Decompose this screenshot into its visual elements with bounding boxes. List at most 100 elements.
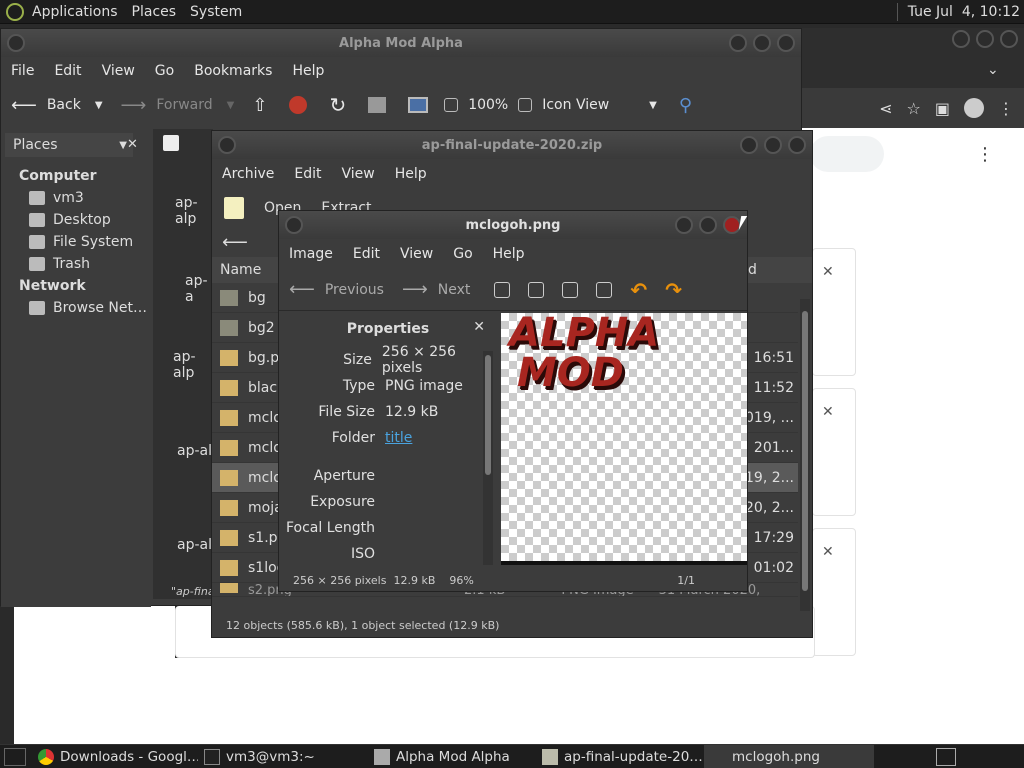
vertical-scrollbar[interactable]: [800, 299, 810, 611]
normal-size-icon[interactable]: [562, 281, 579, 298]
eog-titlebar[interactable]: mclogoh.png: [279, 211, 747, 239]
eog-menu-icon[interactable]: [285, 216, 303, 234]
workspace-switcher-icon[interactable]: [936, 747, 956, 766]
show-desktop-icon[interactable]: [4, 747, 26, 766]
chrome-minimize-button[interactable]: [952, 30, 970, 48]
maximize-button[interactable]: [753, 34, 771, 52]
back-icon[interactable]: ⟵: [222, 232, 248, 253]
maximize-button[interactable]: [764, 136, 782, 154]
previous-button[interactable]: ⟵ Previous: [289, 279, 384, 300]
minimize-button[interactable]: [729, 34, 747, 52]
caja-menu-icon[interactable]: [7, 34, 25, 52]
file-label[interactable]: ap-a: [185, 273, 213, 305]
image-canvas[interactable]: ALPHA MOD: [501, 313, 747, 565]
back-history-dropdown[interactable]: ▼: [95, 100, 103, 111]
minimize-button[interactable]: [740, 136, 758, 154]
forward-button[interactable]: Forward: [156, 97, 212, 113]
sidepanel-icon[interactable]: ▣: [935, 99, 950, 118]
file-label[interactable]: ap-alp: [173, 349, 213, 381]
sidebar-item-browse-network[interactable]: Browse Net…: [1, 297, 151, 319]
fileroller-titlebar[interactable]: ap-final-update-2020.zip: [212, 131, 812, 159]
up-icon[interactable]: ⇧: [252, 95, 267, 116]
new-archive-icon[interactable]: [224, 197, 244, 219]
close-icon[interactable]: ✕: [822, 264, 834, 280]
view-mode-dropdown[interactable]: ▼: [649, 100, 657, 111]
menu-view[interactable]: View: [390, 246, 443, 262]
close-button[interactable]: [723, 216, 741, 234]
stop-icon[interactable]: [289, 96, 308, 114]
best-fit-icon[interactable]: [596, 281, 613, 298]
back-button[interactable]: Back: [47, 97, 81, 113]
menu-bookmarks[interactable]: Bookmarks: [184, 63, 282, 79]
computer-icon[interactable]: [408, 97, 429, 113]
menu-go[interactable]: Go: [145, 63, 184, 79]
menu-help[interactable]: Help: [483, 246, 535, 262]
applications-menu[interactable]: Applications: [32, 4, 118, 20]
more-icon[interactable]: ⋮: [998, 99, 1014, 118]
star-icon[interactable]: ☆: [907, 99, 921, 118]
menu-archive[interactable]: Archive: [212, 166, 284, 182]
taskbar-item-fileroller[interactable]: ap-final-update-20…: [536, 745, 704, 768]
column-date-header[interactable]: d: [748, 262, 757, 278]
file-label[interactable]: ap-alp: [175, 195, 213, 227]
back-icon[interactable]: ⟵: [11, 95, 37, 116]
next-button[interactable]: ⟶ Next: [402, 279, 470, 300]
sidebar-item-filesystem[interactable]: File System: [1, 231, 151, 253]
taskbar-item-caja[interactable]: Alpha Mod Alpha: [368, 745, 536, 768]
menu-view[interactable]: View: [92, 63, 145, 79]
chrome-maximize-button[interactable]: [976, 30, 994, 48]
rotate-left-icon[interactable]: ↶: [630, 278, 647, 302]
close-icon[interactable]: ✕: [822, 544, 834, 560]
chevron-down-icon[interactable]: ⌄: [987, 62, 999, 78]
kebab-menu-icon[interactable]: ⋮: [976, 144, 994, 165]
distro-logo-icon[interactable]: [6, 2, 24, 21]
column-name-header[interactable]: Name: [220, 262, 261, 278]
places-selector[interactable]: Places: [13, 137, 58, 153]
search-pill[interactable]: [810, 136, 884, 172]
sidebar-item-trash[interactable]: Trash: [1, 253, 151, 275]
menu-go[interactable]: Go: [443, 246, 482, 262]
system-menu[interactable]: System: [190, 4, 242, 20]
folder-link[interactable]: title: [385, 430, 412, 446]
search-icon[interactable]: ⚲: [679, 95, 692, 116]
menu-image[interactable]: Image: [279, 246, 343, 262]
maximize-button[interactable]: [699, 216, 717, 234]
chrome-close-button[interactable]: [1000, 30, 1018, 48]
file-label[interactable]: ap-al: [177, 537, 212, 553]
menu-file[interactable]: File: [1, 63, 44, 79]
places-menu[interactable]: Places: [132, 4, 177, 20]
sidebar-item-vm3[interactable]: vm3: [1, 187, 151, 209]
menu-edit[interactable]: Edit: [44, 63, 91, 79]
reload-icon[interactable]: ↻: [329, 93, 346, 117]
file-label[interactable]: ap-al: [177, 443, 212, 459]
profile-icon[interactable]: [964, 98, 984, 118]
clock[interactable]: Tue Jul 4, 10:12: [908, 4, 1020, 20]
zoom-in-icon[interactable]: [494, 281, 511, 298]
home-icon[interactable]: [368, 97, 387, 113]
menu-view[interactable]: View: [332, 166, 385, 182]
view-mode-select[interactable]: Icon View: [542, 97, 609, 113]
minimize-button[interactable]: [675, 216, 693, 234]
taskbar-item-eog[interactable]: mclogoh.png: [704, 744, 874, 768]
note-icon[interactable]: [163, 135, 179, 151]
menu-edit[interactable]: Edit: [284, 166, 331, 182]
close-icon[interactable]: ✕: [822, 404, 834, 420]
sidebar-item-desktop[interactable]: Desktop: [1, 209, 151, 231]
chevron-down-icon[interactable]: ▼: [119, 140, 127, 151]
caja-titlebar[interactable]: Alpha Mod Alpha: [1, 29, 801, 57]
close-button[interactable]: [777, 34, 795, 52]
share-icon[interactable]: ⋖: [879, 99, 892, 118]
taskbar-item-chrome[interactable]: Downloads - Googl…: [32, 745, 198, 768]
zoom-out-icon[interactable]: [528, 281, 545, 298]
close-button[interactable]: [788, 136, 806, 154]
menu-help[interactable]: Help: [385, 166, 437, 182]
forward-icon[interactable]: ⟶: [121, 95, 147, 116]
taskbar-item-terminal[interactable]: vm3@vm3:~: [198, 745, 368, 768]
zoom-in-icon[interactable]: [518, 98, 533, 112]
menu-edit[interactable]: Edit: [343, 246, 390, 262]
zoom-out-icon[interactable]: [444, 98, 459, 112]
close-icon[interactable]: ✕: [473, 319, 485, 335]
close-sidebar-icon[interactable]: ✕: [127, 137, 138, 152]
fileroller-menu-icon[interactable]: [218, 136, 236, 154]
forward-history-dropdown[interactable]: ▼: [227, 100, 235, 111]
